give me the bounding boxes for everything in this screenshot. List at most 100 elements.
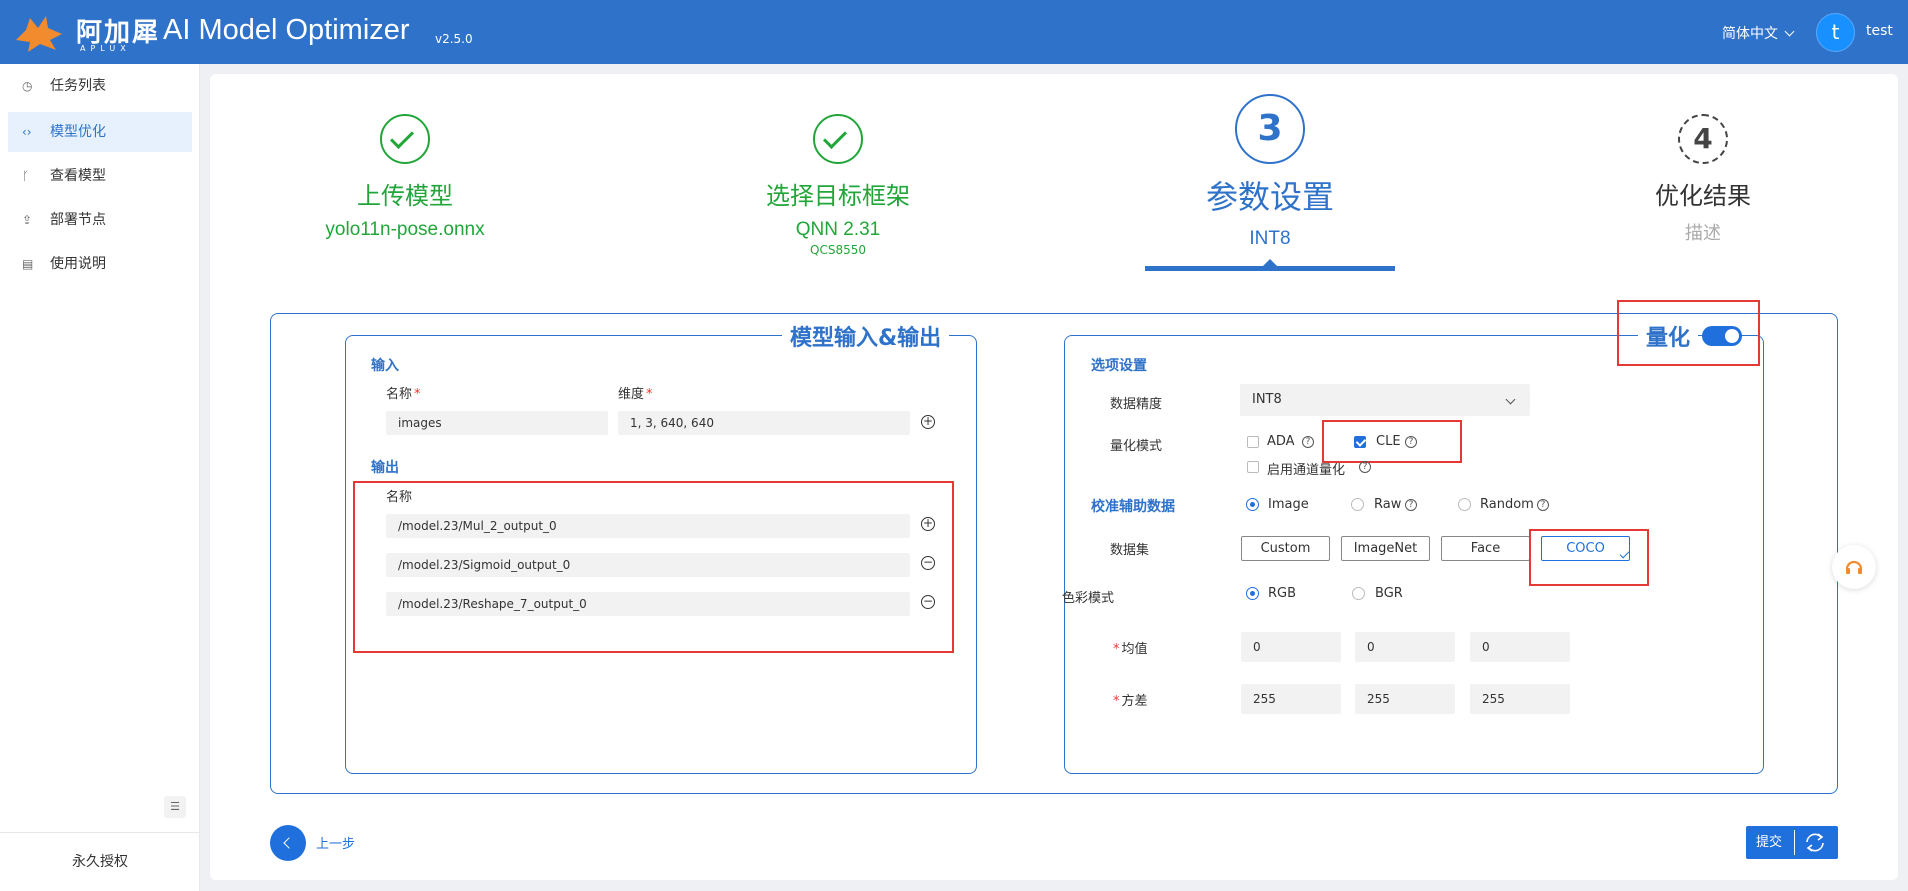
sidebar-item-label: 查看模型 bbox=[50, 168, 106, 184]
sidebar-item-manual[interactable]: ▤ 使用说明 bbox=[8, 244, 192, 284]
output-section-title: 输出 bbox=[371, 460, 399, 476]
help-icon[interactable]: ? bbox=[1359, 461, 1371, 473]
color-mode-label: 色彩模式 bbox=[1061, 591, 1114, 606]
sidebar-item-label: 模型优化 bbox=[50, 124, 106, 140]
previous-step-label[interactable]: 上一步 bbox=[316, 833, 355, 852]
dataset-label: 数据集 bbox=[1110, 543, 1150, 558]
channel-quant-checkbox[interactable] bbox=[1247, 461, 1259, 473]
add-input-icon[interactable]: + bbox=[921, 415, 935, 429]
highlight-box-outputs bbox=[353, 481, 954, 653]
step-parameters: 3 参数设置 INT8 bbox=[1170, 94, 1370, 250]
mean-field-3[interactable]: 0 bbox=[1470, 632, 1570, 662]
avatar[interactable]: t bbox=[1816, 13, 1855, 52]
sidebar-item-label: 任务列表 bbox=[50, 78, 106, 94]
calib-raw-radio[interactable] bbox=[1351, 498, 1364, 511]
io-panel-legend: 模型输入&输出 bbox=[782, 320, 950, 352]
aplux-logo bbox=[16, 16, 62, 52]
upload-icon: ⇪ bbox=[22, 213, 33, 227]
check-circle-icon bbox=[813, 114, 863, 164]
check-circle-icon bbox=[380, 114, 430, 164]
brand-name-en: APLUX bbox=[80, 44, 131, 53]
dataset-imagenet-button[interactable]: ImageNet bbox=[1341, 536, 1430, 561]
username[interactable]: test bbox=[1866, 23, 1893, 39]
quant-mode-label: 量化模式 bbox=[1110, 439, 1163, 454]
step-title: 优化结果 bbox=[1655, 182, 1751, 210]
step-desc: INT8 bbox=[1249, 228, 1291, 249]
sidebar-item-deploy-node[interactable]: ⇪ 部署节点 bbox=[8, 200, 192, 240]
dataset-custom-button[interactable]: Custom bbox=[1241, 536, 1330, 561]
sidebar-item-model-optimize[interactable]: ‹› 模型优化 bbox=[8, 112, 192, 152]
submit-button[interactable]: 提交 bbox=[1746, 826, 1838, 859]
app-title: AI Model Optimizer bbox=[163, 14, 410, 46]
calib-raw-label: Raw bbox=[1374, 497, 1402, 512]
sidebar-item-task-list[interactable]: ◷ 任务列表 bbox=[8, 66, 192, 106]
input-section-title: 输入 bbox=[371, 358, 399, 374]
top-header: 阿加犀 APLUX AI Model Optimizer v2.5.0 简体中文… bbox=[0, 0, 1908, 64]
precision-value: INT8 bbox=[1252, 392, 1282, 407]
language-label: 简体中文 bbox=[1722, 26, 1778, 42]
mean-label: * 均值 bbox=[1113, 642, 1148, 657]
chevron-down-icon bbox=[1505, 394, 1516, 405]
license-status: 永久授权 bbox=[0, 832, 200, 891]
chevron-down-icon bbox=[1784, 26, 1795, 37]
color-rgb-radio[interactable] bbox=[1246, 587, 1259, 600]
step-title: 上传模型 bbox=[357, 182, 453, 210]
step-number-badge: 4 bbox=[1678, 114, 1728, 164]
input-name-label: 名称 * bbox=[386, 387, 421, 402]
std-label: * 方差 bbox=[1113, 694, 1148, 709]
precision-label: 数据精度 bbox=[1110, 397, 1163, 412]
step-desc: QNN 2.31 bbox=[795, 219, 881, 240]
help-icon[interactable]: ? bbox=[1537, 499, 1549, 511]
ada-checkbox[interactable] bbox=[1247, 436, 1259, 448]
calib-image-radio[interactable] bbox=[1246, 498, 1259, 511]
help-icon[interactable]: ? bbox=[1302, 436, 1314, 448]
sidebar: ◷ 任务列表 ‹› 模型优化 ᚴ 查看模型 ⇪ 部署节点 ▤ 使用说明 ☰ 永久… bbox=[0, 64, 200, 891]
active-step-indicator bbox=[1145, 266, 1395, 271]
std-field-3[interactable]: 255 bbox=[1470, 684, 1570, 714]
headset-icon bbox=[1845, 560, 1863, 574]
sidebar-item-label: 部署节点 bbox=[50, 212, 106, 228]
dataset-face-button[interactable]: Face bbox=[1441, 536, 1530, 561]
step-number-badge: 3 bbox=[1235, 94, 1305, 164]
input-name-field[interactable]: images bbox=[386, 411, 608, 435]
step-desc: yolo11n-pose.onnx bbox=[325, 219, 485, 240]
color-bgr-radio[interactable] bbox=[1352, 587, 1365, 600]
help-icon[interactable]: ? bbox=[1405, 499, 1417, 511]
color-bgr-label: BGR bbox=[1375, 586, 1403, 601]
std-field-2[interactable]: 255 bbox=[1355, 684, 1455, 714]
app-version: v2.5.0 bbox=[435, 32, 473, 46]
submit-divider bbox=[1794, 830, 1795, 855]
calib-random-radio[interactable] bbox=[1458, 498, 1471, 511]
calib-image-label: Image bbox=[1268, 497, 1309, 512]
code-icon: ‹› bbox=[22, 125, 32, 139]
highlight-box-toggle bbox=[1617, 300, 1760, 366]
step-upload-model: 上传模型 yolo11n-pose.onnx bbox=[305, 114, 505, 241]
std-field-1[interactable]: 255 bbox=[1241, 684, 1341, 714]
collapse-menu-icon[interactable]: ☰ bbox=[164, 796, 186, 818]
mean-field-1[interactable]: 0 bbox=[1241, 632, 1341, 662]
calib-random-label: Random bbox=[1480, 497, 1534, 512]
calibration-section-title: 校准辅助数据 bbox=[1091, 499, 1175, 515]
channel-quant-label: 启用通道量化 bbox=[1267, 463, 1346, 478]
step-subdesc: QCS8550 bbox=[810, 243, 866, 257]
input-dim-label: 维度 * bbox=[618, 387, 653, 402]
step-title: 参数设置 bbox=[1205, 178, 1334, 216]
previous-step-button[interactable] bbox=[270, 825, 306, 861]
branch-icon: ᚴ bbox=[22, 169, 30, 183]
active-step-pointer bbox=[1263, 259, 1277, 266]
ada-label: ADA bbox=[1267, 434, 1295, 449]
precision-select[interactable]: INT8 bbox=[1240, 384, 1530, 416]
history-icon: ◷ bbox=[22, 79, 33, 93]
highlight-box-coco bbox=[1529, 529, 1649, 586]
highlight-box-cle bbox=[1322, 420, 1462, 463]
document-icon: ▤ bbox=[22, 257, 34, 271]
step-desc: 描述 bbox=[1685, 223, 1721, 243]
mean-field-2[interactable]: 0 bbox=[1355, 632, 1455, 662]
color-rgb-label: RGB bbox=[1268, 586, 1297, 601]
sync-icon bbox=[1806, 833, 1824, 852]
step-select-framework: 选择目标框架 QNN 2.31 QCS8550 bbox=[738, 114, 938, 257]
customer-support-button[interactable] bbox=[1832, 545, 1876, 589]
language-select[interactable]: 简体中文 bbox=[1722, 23, 1795, 43]
input-dims-field[interactable]: 1, 3, 640, 640 bbox=[618, 411, 910, 435]
sidebar-item-view-model[interactable]: ᚴ 查看模型 bbox=[8, 156, 192, 196]
